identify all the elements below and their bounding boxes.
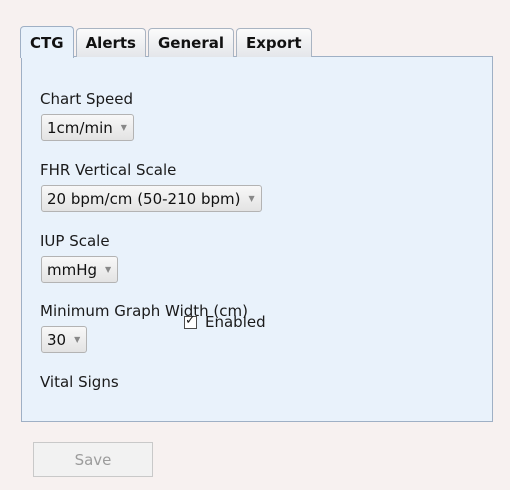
iup-scale-dropdown[interactable]: mmHg ▼: [41, 256, 119, 283]
chevron-down-icon: ▼: [74, 335, 81, 344]
fhr-vertical-scale-label: FHR Vertical Scale: [40, 161, 177, 179]
save-button[interactable]: Save: [33, 442, 153, 477]
vital-signs-enabled-label: Enabled: [205, 313, 266, 331]
vital-signs-enabled-option[interactable]: ✓ Enabled: [184, 313, 266, 331]
tab-alerts[interactable]: Alerts: [75, 28, 146, 57]
vital-signs-enabled-checkbox[interactable]: ✓: [184, 312, 197, 329]
chart-speed-label: Chart Speed: [40, 90, 134, 108]
iup-scale-label: IUP Scale: [40, 232, 110, 250]
vital-signs-label: Vital Signs: [40, 373, 119, 391]
tab-strip: CTG Alerts General Export: [20, 25, 314, 58]
checkmark-icon: ✓: [185, 312, 196, 328]
chevron-down-icon: ▼: [120, 123, 127, 132]
minimum-graph-width-value: 30: [47, 330, 67, 349]
tab-ctg[interactable]: CTG: [20, 26, 74, 58]
chevron-down-icon: ▼: [105, 265, 112, 274]
tab-export[interactable]: Export: [235, 28, 312, 57]
tab-general[interactable]: General: [147, 28, 234, 57]
minimum-graph-width-dropdown[interactable]: 30 ▼: [41, 326, 88, 353]
ctg-settings-panel: Chart Speed 1cm/min ▼ FHR Vertical Scale…: [21, 56, 493, 422]
chart-speed-dropdown[interactable]: 1cm/min ▼: [41, 114, 134, 141]
iup-scale-value: mmHg: [47, 260, 98, 279]
fhr-vertical-scale-dropdown[interactable]: 20 bpm/cm (50-210 bpm) ▼: [41, 185, 262, 212]
chevron-down-icon: ▼: [248, 194, 255, 203]
fhr-vertical-scale-value: 20 bpm/cm (50-210 bpm): [47, 189, 241, 208]
chart-speed-value: 1cm/min: [47, 118, 113, 137]
